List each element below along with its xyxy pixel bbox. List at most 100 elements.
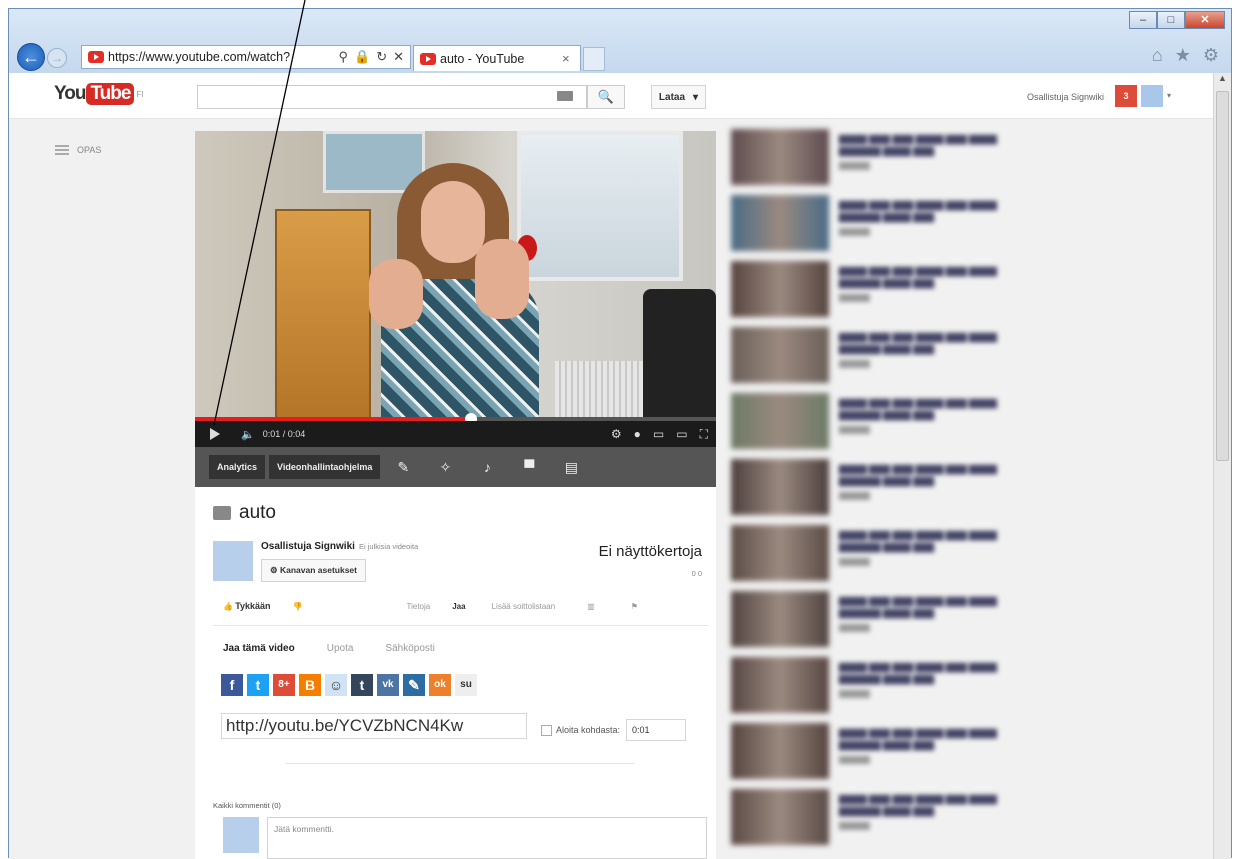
video-player[interactable]: 🔈 0:01 / 0:04 ⚙ ● ▭ ▭ ⛶ Analytics Videon…: [195, 131, 716, 487]
tab-close-icon[interactable]: ×: [562, 51, 580, 66]
livejournal-share-icon[interactable]: ✎: [403, 674, 425, 696]
avatar[interactable]: [1141, 85, 1163, 107]
related-video-thumbnail[interactable]: [731, 327, 829, 383]
channel-settings-button[interactable]: ⚙ Kanavan asetukset: [261, 559, 366, 582]
scrollbar-thumb[interactable]: [1216, 91, 1229, 461]
maximize-button[interactable]: □: [1157, 11, 1185, 29]
user-name-link[interactable]: Osallistuja Signwiki: [1027, 92, 1104, 102]
related-video-thumbnail[interactable]: [731, 525, 829, 581]
related-video-thumbnail[interactable]: [731, 723, 829, 779]
page-scrollbar[interactable]: ▲: [1213, 73, 1231, 859]
related-video-item[interactable]: ▇▇▇▇ ▇▇▇ ▇▇▇ ▇▇▇▇ ▇▇▇ ▇▇▇▇ ▇▇▇▇▇▇ ▇▇▇▇ ▇▇…: [731, 653, 1061, 719]
upload-button[interactable]: Lataa ▾: [651, 85, 706, 109]
search-input[interactable]: [197, 85, 587, 109]
related-video-thumbnail[interactable]: [731, 261, 829, 317]
related-video-text-blurred[interactable]: ▇▇▇▇ ▇▇▇ ▇▇▇ ▇▇▇▇ ▇▇▇ ▇▇▇▇ ▇▇▇▇▇▇ ▇▇▇▇ ▇▇…: [839, 397, 1039, 455]
scroll-up-arrow[interactable]: ▲: [1214, 73, 1231, 89]
start-at-checkbox[interactable]: [541, 724, 552, 736]
stumbleupon-share-icon[interactable]: su: [455, 674, 477, 696]
home-icon[interactable]: ⌂: [1152, 45, 1163, 66]
tab-add-to-playlist[interactable]: Lisää soittolistaan: [492, 602, 556, 611]
stop-icon[interactable]: ✕: [393, 49, 404, 65]
small-player-icon[interactable]: ▭: [653, 427, 664, 442]
captions-icon[interactable]: ▤: [552, 459, 590, 476]
lock-icon[interactable]: 🔒: [354, 49, 370, 65]
keyboard-icon[interactable]: [557, 91, 573, 101]
related-video-thumbnail[interactable]: [731, 459, 829, 515]
video-manager-button[interactable]: Videonhallintaohjelma: [269, 455, 381, 479]
annotations-bubble-icon[interactable]: ▀: [510, 459, 548, 475]
settings-gear-icon[interactable]: ⚙: [1203, 45, 1219, 66]
youtube-logo[interactable]: You Tube FI: [54, 83, 144, 105]
tab-share[interactable]: Jaa: [452, 602, 465, 611]
related-video-thumbnail[interactable]: [731, 129, 829, 185]
blogger-share-icon[interactable]: B: [299, 674, 321, 696]
related-video-item[interactable]: ▇▇▇▇ ▇▇▇ ▇▇▇ ▇▇▇▇ ▇▇▇ ▇▇▇▇ ▇▇▇▇▇▇ ▇▇▇▇ ▇▇…: [731, 455, 1061, 521]
related-video-item[interactable]: ▇▇▇▇ ▇▇▇ ▇▇▇ ▇▇▇▇ ▇▇▇ ▇▇▇▇ ▇▇▇▇▇▇ ▇▇▇▇ ▇▇…: [731, 521, 1061, 587]
refresh-icon[interactable]: ↻: [376, 49, 387, 65]
odnoklassniki-share-icon[interactable]: ok: [429, 674, 451, 696]
related-video-text-blurred[interactable]: ▇▇▇▇ ▇▇▇ ▇▇▇ ▇▇▇▇ ▇▇▇ ▇▇▇▇ ▇▇▇▇▇▇ ▇▇▇▇ ▇▇…: [839, 595, 1039, 653]
facebook-share-icon[interactable]: f: [221, 674, 243, 696]
guide-button[interactable]: OPAS: [55, 145, 101, 155]
chevron-down-icon[interactable]: ▾: [1167, 91, 1171, 100]
tumblr-share-icon[interactable]: t: [351, 674, 373, 696]
related-video-text-blurred[interactable]: ▇▇▇▇ ▇▇▇ ▇▇▇ ▇▇▇▇ ▇▇▇ ▇▇▇▇ ▇▇▇▇▇▇ ▇▇▇▇ ▇▇…: [839, 793, 1039, 851]
edit-pencil-icon[interactable]: ✎: [384, 459, 422, 476]
vk-share-icon[interactable]: vk: [377, 674, 399, 696]
related-video-item[interactable]: ▇▇▇▇ ▇▇▇ ▇▇▇ ▇▇▇▇ ▇▇▇ ▇▇▇▇ ▇▇▇▇▇▇ ▇▇▇▇ ▇▇…: [731, 323, 1061, 389]
google-plus-share-icon[interactable]: 8+: [273, 674, 295, 696]
related-video-item[interactable]: ▇▇▇▇ ▇▇▇ ▇▇▇ ▇▇▇▇ ▇▇▇ ▇▇▇▇ ▇▇▇▇▇▇ ▇▇▇▇ ▇▇…: [731, 257, 1061, 323]
related-video-item[interactable]: ▇▇▇▇ ▇▇▇ ▇▇▇ ▇▇▇▇ ▇▇▇ ▇▇▇▇ ▇▇▇▇▇▇ ▇▇▇▇ ▇▇…: [731, 191, 1061, 257]
search-icon[interactable]: ⚲: [338, 49, 348, 65]
related-video-text-blurred[interactable]: ▇▇▇▇ ▇▇▇ ▇▇▇ ▇▇▇▇ ▇▇▇ ▇▇▇▇ ▇▇▇▇▇▇ ▇▇▇▇ ▇▇…: [839, 463, 1039, 521]
audio-note-icon[interactable]: ♪: [468, 459, 506, 475]
like-button[interactable]: Tykkään: [235, 601, 270, 611]
settings-gear-icon[interactable]: ⚙: [611, 427, 622, 442]
reddit-share-icon[interactable]: ☺: [325, 674, 347, 696]
minimize-button[interactable]: –: [1129, 11, 1157, 29]
related-video-item[interactable]: ▇▇▇▇ ▇▇▇ ▇▇▇ ▇▇▇▇ ▇▇▇ ▇▇▇▇ ▇▇▇▇▇▇ ▇▇▇▇ ▇▇…: [731, 719, 1061, 785]
video-frame[interactable]: [195, 131, 716, 419]
large-player-icon[interactable]: ▭: [676, 427, 687, 442]
related-video-thumbnail[interactable]: [731, 657, 829, 713]
back-button[interactable]: ←: [17, 43, 45, 71]
related-video-thumbnail[interactable]: [731, 591, 829, 647]
annotations-icon[interactable]: ●: [634, 427, 641, 442]
start-at-time-input[interactable]: 0:01: [626, 719, 687, 741]
related-video-item[interactable]: ▇▇▇▇ ▇▇▇ ▇▇▇ ▇▇▇▇ ▇▇▇ ▇▇▇▇ ▇▇▇▇▇▇ ▇▇▇▇ ▇▇…: [731, 389, 1061, 455]
related-video-text-blurred[interactable]: ▇▇▇▇ ▇▇▇ ▇▇▇ ▇▇▇▇ ▇▇▇ ▇▇▇▇ ▇▇▇▇▇▇ ▇▇▇▇ ▇▇…: [839, 661, 1039, 719]
stats-icon[interactable]: ▥: [587, 602, 595, 611]
search-button[interactable]: 🔍: [587, 85, 625, 109]
related-video-text-blurred[interactable]: ▇▇▇▇ ▇▇▇ ▇▇▇ ▇▇▇▇ ▇▇▇ ▇▇▇▇ ▇▇▇▇▇▇ ▇▇▇▇ ▇▇…: [839, 529, 1039, 587]
related-video-text-blurred[interactable]: ▇▇▇▇ ▇▇▇ ▇▇▇ ▇▇▇▇ ▇▇▇ ▇▇▇▇ ▇▇▇▇▇▇ ▇▇▇▇ ▇▇…: [839, 331, 1039, 389]
related-video-thumbnail[interactable]: [731, 393, 829, 449]
volume-icon[interactable]: 🔈: [241, 428, 255, 441]
related-video-item[interactable]: ▇▇▇▇ ▇▇▇ ▇▇▇ ▇▇▇▇ ▇▇▇ ▇▇▇▇ ▇▇▇▇▇▇ ▇▇▇▇ ▇▇…: [731, 785, 1061, 851]
related-video-item[interactable]: ▇▇▇▇ ▇▇▇ ▇▇▇ ▇▇▇▇ ▇▇▇ ▇▇▇▇ ▇▇▇▇▇▇ ▇▇▇▇ ▇▇…: [731, 587, 1061, 653]
tab-embed[interactable]: Upota: [327, 643, 354, 654]
tab-about[interactable]: Tietoja: [407, 602, 431, 611]
tab-share-video[interactable]: Jaa tämä video: [223, 643, 295, 654]
address-url[interactable]: https://www.youtube.com/watch?: [108, 50, 338, 64]
thumbs-up-icon[interactable]: 👍: [223, 602, 235, 611]
related-video-text-blurred[interactable]: ▇▇▇▇ ▇▇▇ ▇▇▇ ▇▇▇▇ ▇▇▇ ▇▇▇▇ ▇▇▇▇▇▇ ▇▇▇▇ ▇▇…: [839, 265, 1039, 323]
notifications-badge[interactable]: 3: [1115, 85, 1137, 107]
play-icon[interactable]: [209, 427, 221, 441]
flag-icon[interactable]: ⚑: [631, 602, 638, 611]
new-tab-button[interactable]: [583, 47, 605, 71]
address-bar[interactable]: https://www.youtube.com/watch? ⚲ 🔒 ↻ ✕: [81, 45, 411, 69]
channel-avatar[interactable]: [213, 541, 253, 581]
share-url-input[interactable]: http://youtu.be/YCVZbNCN4Kw: [221, 713, 527, 739]
close-window-button[interactable]: ✕: [1185, 11, 1225, 29]
favorites-star-icon[interactable]: ★: [1175, 45, 1191, 66]
analytics-button[interactable]: Analytics: [209, 455, 266, 479]
enhance-wand-icon[interactable]: ✧: [426, 459, 464, 476]
tab-youtube[interactable]: auto - YouTube ×: [413, 45, 581, 71]
tab-email[interactable]: Sähköposti: [385, 643, 434, 654]
related-video-thumbnail[interactable]: [731, 195, 829, 251]
related-video-text-blurred[interactable]: ▇▇▇▇ ▇▇▇ ▇▇▇ ▇▇▇▇ ▇▇▇ ▇▇▇▇ ▇▇▇▇▇▇ ▇▇▇▇ ▇▇…: [839, 199, 1039, 257]
comment-input[interactable]: Jätä kommentti.: [267, 817, 707, 859]
related-video-thumbnail[interactable]: [731, 789, 829, 845]
thumbs-down-icon[interactable]: 👎: [293, 602, 303, 611]
